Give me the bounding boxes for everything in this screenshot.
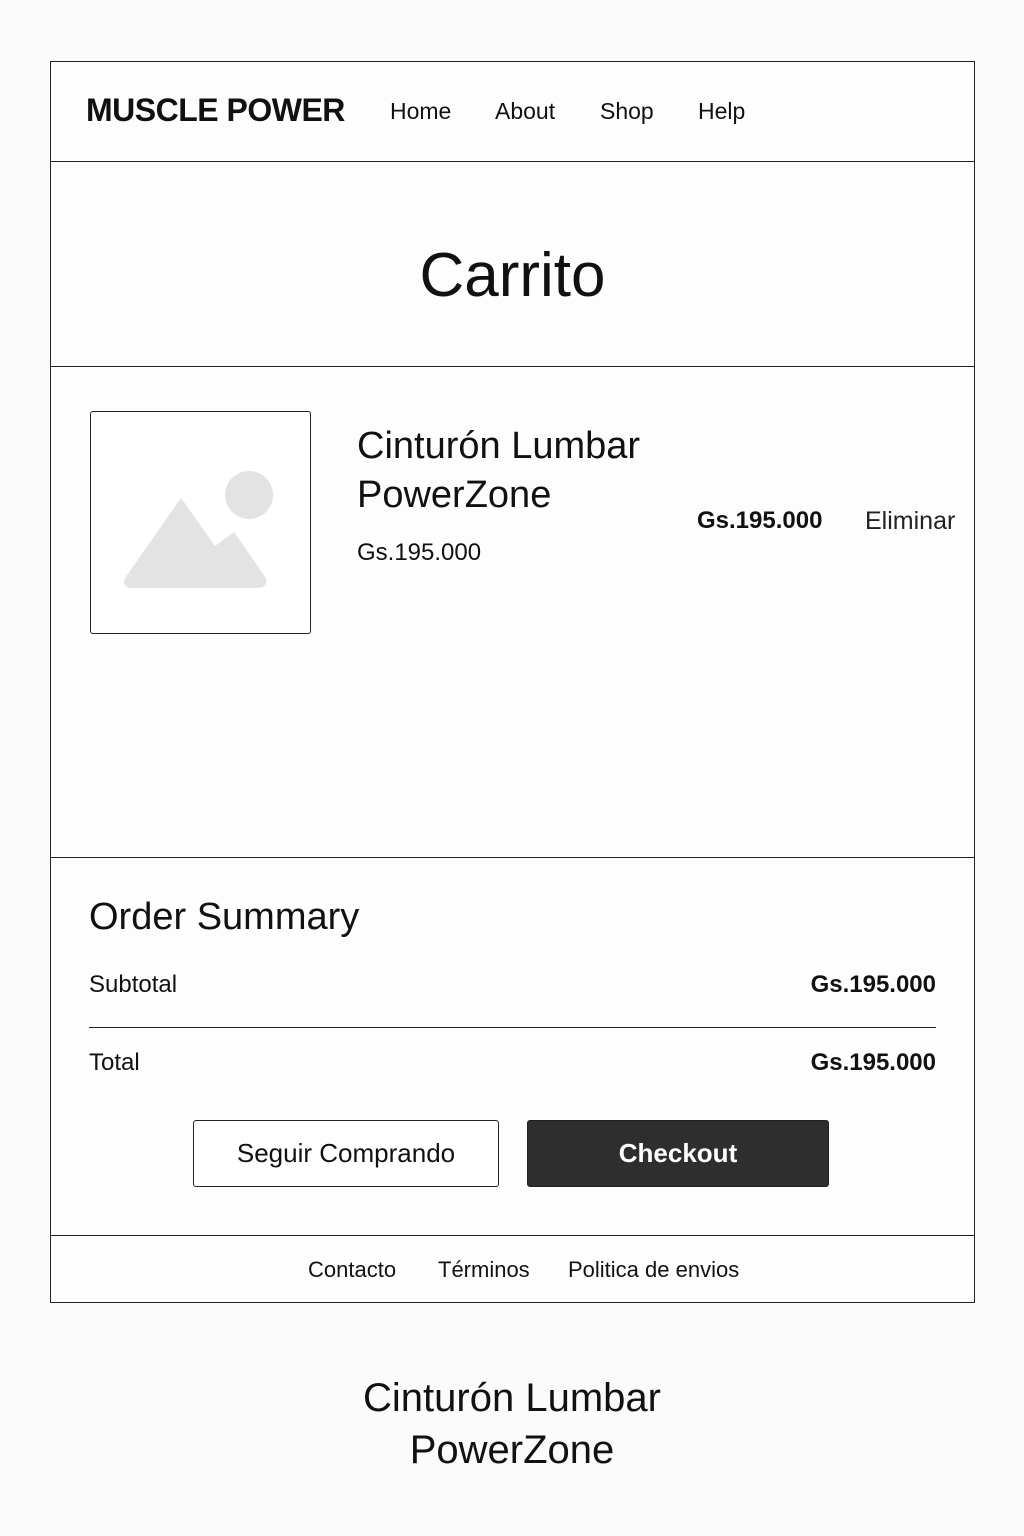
top-nav: MUSCLE POWER Home About Shop Help (51, 62, 974, 162)
footer: Contacto Términos Politica de envios (51, 1236, 974, 1302)
caption-line-1: Cinturón Lumbar (363, 1376, 661, 1420)
product-caption: Cinturón Lumbar PowerZone (0, 1372, 1024, 1476)
page-frame: MUSCLE POWER Home About Shop Help Carrit… (50, 61, 975, 1303)
continue-shopping-button[interactable]: Seguir Comprando (193, 1120, 499, 1187)
image-placeholder-icon (124, 471, 273, 588)
footer-link-terminos[interactable]: Términos (438, 1257, 530, 1283)
site-logo[interactable]: MUSCLE POWER (86, 92, 345, 129)
subtotal-label: Subtotal (89, 971, 178, 998)
checkout-button[interactable]: Checkout (527, 1120, 829, 1187)
total-label: Total (89, 1049, 140, 1076)
footer-link-contacto[interactable]: Contacto (308, 1257, 396, 1283)
order-summary-title: Order Summary (89, 896, 360, 938)
total-value: Gs.195.000 (810, 1049, 936, 1076)
title-section: Carrito (51, 162, 974, 367)
nav-link-shop[interactable]: Shop (600, 98, 654, 125)
line-total-price: Gs.195.000 (697, 507, 823, 534)
caption-line-2: PowerZone (409, 1428, 615, 1472)
footer-link-politica-envios[interactable]: Politica de envios (568, 1257, 739, 1283)
nav-link-help[interactable]: Help (698, 98, 745, 125)
nav-link-about[interactable]: About (495, 98, 555, 125)
product-name[interactable]: Cinturón Lumbar PowerZone (357, 422, 687, 520)
order-summary: Order Summary Subtotal Gs.195.000 Total … (51, 858, 974, 1236)
subtotal-value: Gs.195.000 (810, 971, 936, 998)
remove-item-link[interactable]: Eliminar (865, 507, 955, 536)
nav-link-home[interactable]: Home (390, 98, 451, 125)
product-image (90, 411, 311, 634)
product-unit-price: Gs.195.000 (357, 539, 482, 566)
page-title: Carrito (419, 241, 606, 310)
summary-divider (89, 1027, 936, 1028)
cart-items-section: Cinturón Lumbar PowerZone Gs.195.000 Gs.… (51, 367, 974, 858)
